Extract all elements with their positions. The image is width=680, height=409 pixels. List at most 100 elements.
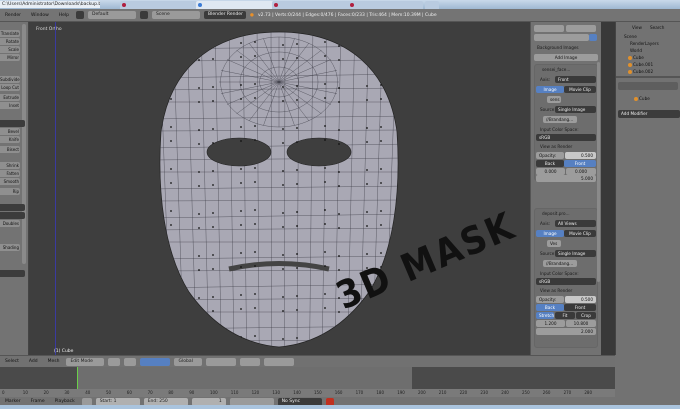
timeline[interactable] (0, 367, 615, 389)
source-select[interactable]: Single Image (555, 250, 596, 257)
add-modifier-button[interactable]: Add Modifier (618, 110, 680, 118)
menu-select[interactable]: Select (2, 359, 22, 364)
layer-buttons[interactable] (240, 357, 261, 366)
ics-select[interactable]: sRGB (536, 134, 596, 141)
outliner-view-menu[interactable]: View (632, 25, 642, 30)
y-offset-field[interactable]: 10.800 (566, 320, 596, 327)
outliner-search-menu[interactable]: Search (650, 25, 664, 30)
add-image-button[interactable]: Add Image (534, 54, 598, 61)
tab-image[interactable]: Image (536, 230, 564, 237)
axis-select[interactable]: Front (555, 76, 596, 83)
outliner-item-scene[interactable]: Scene (624, 34, 637, 39)
view-buttons[interactable] (534, 34, 589, 41)
source-select[interactable]: Single Image (555, 106, 596, 113)
size-field[interactable]: 2.000 (536, 328, 596, 335)
tool-button[interactable]: Knife (0, 136, 20, 143)
file-path-field[interactable]: //Brandang... (543, 260, 577, 267)
opacity-field[interactable]: 0.500 (565, 152, 596, 159)
pivot-select[interactable] (124, 357, 137, 366)
shading-select[interactable] (108, 357, 121, 366)
menu-help[interactable]: Help (56, 13, 72, 18)
orientation-select[interactable]: Global (174, 357, 203, 366)
tool-shelf-scrollbar[interactable] (22, 24, 26, 264)
menu-frame[interactable]: Frame (28, 399, 48, 404)
layout-field[interactable]: Default (88, 11, 137, 19)
outliner-item[interactable]: Cube.001 (628, 62, 653, 67)
tool-dropdown[interactable] (0, 120, 25, 127)
tool-dropdown[interactable] (0, 212, 25, 219)
outliner-item[interactable]: Cube.002 (628, 69, 653, 74)
tool-button[interactable]: Fatten (0, 170, 20, 177)
fit-button[interactable]: Fit (555, 312, 575, 319)
tool-button[interactable]: Shrink (0, 162, 20, 169)
x-offset-field[interactable]: 0.000 (536, 168, 565, 175)
mode-select[interactable]: Edit Mode (66, 357, 105, 366)
front-button[interactable]: Front (564, 304, 596, 311)
file-path-field[interactable]: //Brandang... (543, 116, 577, 123)
tool-button[interactable]: Scale (0, 46, 20, 53)
tool-button[interactable]: Extrude (0, 94, 20, 101)
image-field[interactable]: Ves (547, 240, 561, 247)
manipulator-buttons[interactable] (140, 357, 171, 366)
stretch-button[interactable]: Stretch (536, 312, 554, 319)
field[interactable] (566, 25, 596, 32)
tool-button[interactable]: Smooth (0, 178, 20, 185)
tool-button[interactable]: Doubles (0, 220, 20, 227)
tool-dropdown[interactable] (0, 270, 25, 277)
menu-mesh[interactable]: Mesh (45, 359, 63, 364)
3d-viewport[interactable]: Front Ortho (1) Cube 3D MASK (29, 22, 530, 355)
frame-ruler[interactable]: 0 10 20 30 40 50 60 70 80 90 100 110 120 130 140 150 160… (0, 389, 615, 397)
opacity-field[interactable]: 0.500 (565, 296, 596, 303)
front-button[interactable]: Front (564, 160, 596, 167)
tab-movie-clip[interactable]: Movie Clip (564, 86, 596, 93)
tool-button[interactable]: Rotate (0, 38, 20, 45)
tool-button[interactable]: Bevel (0, 128, 20, 135)
menu-window[interactable]: Window (28, 13, 52, 18)
properties-tabs[interactable] (618, 82, 678, 90)
tool-button[interactable]: Translate (0, 30, 20, 37)
bg-images-header[interactable]: Background Images (534, 44, 599, 51)
outliner-item[interactable]: Cube (628, 55, 644, 60)
ics-select[interactable]: sRGB (536, 278, 596, 285)
render-engine-select[interactable]: Blender Render (204, 11, 247, 19)
size-field[interactable]: 5.000 (536, 175, 596, 182)
axis-select[interactable]: All Views (555, 220, 596, 227)
current-frame-line[interactable] (77, 367, 78, 389)
image-name[interactable]: deposit.pro... (539, 210, 589, 217)
view-as-render-checkbox[interactable]: View as Render (537, 143, 575, 150)
tool-button[interactable]: Mirror (0, 54, 20, 61)
tool-button[interactable]: Loop Cut (0, 84, 20, 91)
menu-marker[interactable]: Marker (2, 399, 24, 404)
tool-button[interactable]: Shading (0, 244, 20, 251)
back-button[interactable]: Back (536, 304, 564, 311)
tool-button[interactable]: Subdivide (0, 76, 20, 83)
y-offset-field[interactable]: 0.000 (566, 168, 596, 175)
field[interactable] (534, 25, 564, 32)
outliner-item[interactable]: RenderLayers (630, 41, 659, 46)
snap-buttons[interactable] (264, 357, 295, 366)
menu-playback[interactable]: Playback (52, 399, 78, 404)
scene-icon[interactable] (140, 11, 149, 19)
tool-dropdown[interactable] (0, 204, 25, 211)
view-button-active[interactable] (589, 34, 597, 41)
tab-movie-clip[interactable]: Movie Clip (564, 230, 596, 237)
tool-button[interactable]: Inset (0, 102, 20, 109)
view-as-render-checkbox[interactable]: View as Render (537, 287, 575, 294)
tool-button[interactable]: Bisect (0, 146, 20, 153)
menu-add[interactable]: Add (26, 359, 41, 364)
layout-icon[interactable] (76, 11, 85, 19)
browser-tab[interactable] (348, 1, 423, 9)
x-offset-field[interactable]: 1.200 (536, 320, 565, 327)
crop-button[interactable]: Crop (576, 312, 596, 319)
outliner-item[interactable]: World (630, 48, 642, 53)
image-name[interactable]: sensei_face... (539, 66, 589, 73)
back-button[interactable]: Back (536, 160, 564, 167)
n-panel-scrollbar[interactable] (597, 62, 600, 282)
scene-field[interactable]: Scene (152, 11, 201, 19)
image-field[interactable]: sens (547, 96, 561, 103)
tab-image[interactable]: Image (536, 86, 564, 93)
select-mode-buttons[interactable] (206, 357, 237, 366)
tool-button[interactable]: Rip (0, 188, 20, 195)
new-tab-button[interactable] (425, 1, 439, 9)
menu-render[interactable]: Render (2, 13, 24, 18)
